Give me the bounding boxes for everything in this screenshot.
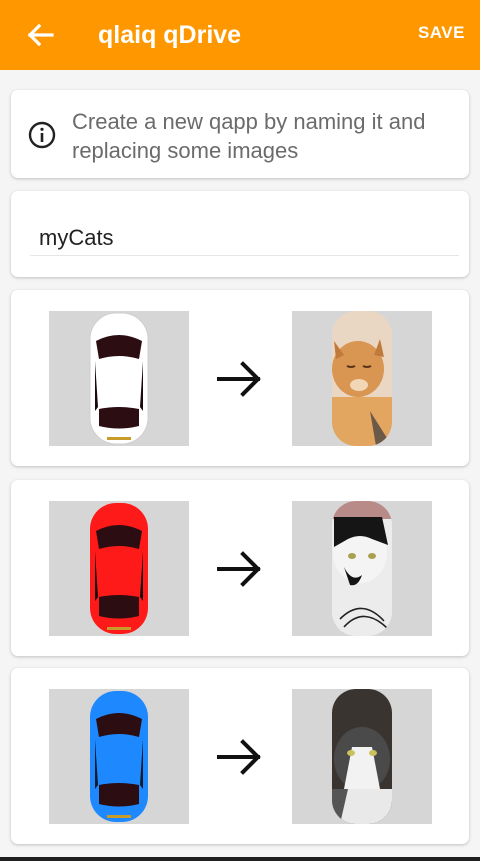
content-area: Create a new qapp by naming it and repla…: [0, 70, 480, 861]
save-button[interactable]: SAVE: [418, 0, 465, 66]
grey-white-cat-image[interactable]: [292, 689, 432, 824]
app-bar: qlaiq qDrive SAVE: [0, 0, 480, 70]
back-arrow-icon[interactable]: [22, 17, 58, 53]
white-car-image[interactable]: [49, 311, 189, 446]
name-card: [11, 191, 469, 277]
arrow-right-icon: [216, 550, 264, 588]
arrow-right-icon: [216, 738, 264, 776]
replacement-row: [11, 668, 469, 844]
arrow-right-icon: [216, 360, 264, 398]
replacement-row: [11, 290, 469, 466]
info-card: Create a new qapp by naming it and repla…: [11, 90, 469, 178]
system-nav-bar: [0, 857, 480, 861]
black-white-cat-image[interactable]: [292, 501, 432, 636]
info-icon: [28, 121, 56, 149]
blue-car-image[interactable]: [49, 689, 189, 824]
red-car-image[interactable]: [49, 501, 189, 636]
app-title: qlaiq qDrive: [98, 21, 242, 49]
info-text: Create a new qapp by naming it and repla…: [72, 109, 426, 163]
replacement-row: [11, 480, 469, 656]
qapp-name-input[interactable]: [30, 221, 459, 256]
orange-cat-image[interactable]: [292, 311, 432, 446]
